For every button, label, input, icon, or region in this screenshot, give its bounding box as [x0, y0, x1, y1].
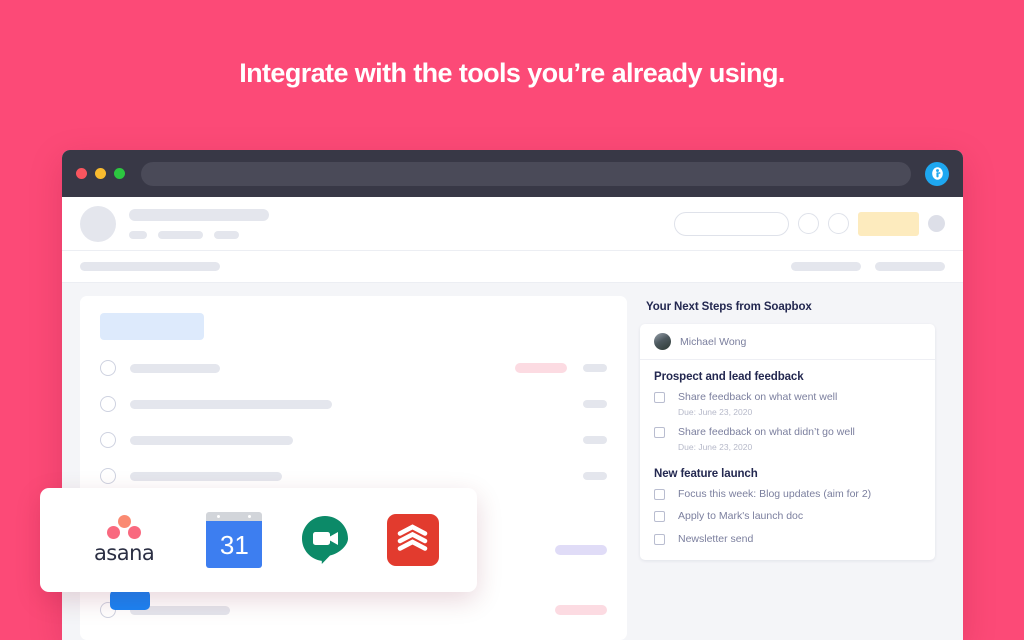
task-meta [555, 605, 607, 615]
task-meta [583, 436, 607, 444]
soapbox-panel-title: Your Next Steps from Soapbox [646, 301, 812, 313]
task-checkbox-icon[interactable] [100, 360, 116, 376]
list-item-due: Due: June 23, 2020 [678, 407, 753, 418]
soapbox-logo-icon[interactable] [925, 161, 949, 186]
task-tag[interactable] [555, 605, 607, 615]
header-meta-3 [214, 230, 239, 239]
list-item-label: Newsletter send [678, 532, 754, 545]
checkbox-icon[interactable] [654, 392, 665, 403]
list-item[interactable]: Newsletter send [654, 533, 921, 546]
browser-titlebar [62, 150, 963, 197]
list-item[interactable]: Focus this week: Blog updates (aim for 2… [654, 488, 921, 501]
group-title: Prospect and lead feedback [654, 371, 804, 383]
google-calendar-icon[interactable]: 31 [206, 512, 263, 568]
checkbox-icon[interactable] [654, 533, 665, 545]
task-row[interactable] [100, 432, 607, 448]
list-item-texts: Newsletter send [678, 533, 753, 546]
calendar-day-number: 31 [219, 529, 249, 560]
task-tag[interactable] [555, 545, 607, 555]
soapbox-card-body: Prospect and lead feedback Share feedbac… [640, 360, 935, 560]
primary-action-button[interactable] [110, 590, 150, 610]
header-subtitle-placeholders [129, 230, 269, 239]
highlight-chip[interactable] [858, 211, 919, 236]
panel-user-row[interactable]: Michael Wong [640, 324, 935, 360]
asana-dots-icon [104, 515, 144, 539]
task-meta-placeholder [583, 436, 607, 444]
list-item-label: Share feedback on what didn’t go well [678, 426, 855, 439]
todoist-logo-icon[interactable] [386, 514, 439, 566]
list-item-texts: Share feedback on what went well Due: Ju… [678, 391, 837, 417]
integrations-card: asana 31 [40, 488, 477, 592]
list-item[interactable]: Share feedback on what didn’t go well Du… [654, 426, 921, 452]
sub-navigation [62, 251, 963, 283]
task-row[interactable] [100, 468, 607, 484]
task-label-placeholder [130, 399, 332, 409]
maximize-window-icon[interactable] [114, 168, 125, 179]
profile-circle[interactable] [928, 215, 945, 232]
close-window-icon[interactable] [76, 168, 87, 179]
breadcrumb[interactable] [80, 262, 220, 271]
task-row[interactable] [100, 602, 607, 618]
task-row[interactable] [100, 360, 607, 376]
task-meta-placeholder [583, 472, 607, 480]
avatar[interactable] [80, 205, 116, 242]
group-title: New feature launch [654, 468, 758, 481]
checkbox-icon[interactable] [654, 427, 665, 439]
task-meta [555, 545, 607, 555]
checkbox-icon[interactable] [654, 511, 665, 523]
task-tag[interactable] [515, 363, 567, 373]
task-label-placeholder [130, 363, 220, 373]
list-item-texts: Apply to Mark's launch doc [678, 510, 803, 523]
header-placeholder-texts [129, 208, 269, 239]
task-label-placeholder [130, 435, 293, 445]
subnav-action-2[interactable] [875, 262, 945, 271]
soapbox-card: Michael Wong Prospect and lead feedback … [640, 324, 935, 560]
header-meta-2 [158, 230, 203, 239]
header-title-placeholder [129, 208, 269, 221]
asana-logo-icon[interactable]: asana [78, 515, 170, 565]
checkbox-icon[interactable] [654, 489, 665, 501]
calendar-body: 31 [206, 521, 263, 568]
window-controls [76, 168, 125, 179]
list-item-label: Focus this week: Blog updates (aim for 2… [678, 488, 872, 501]
list-item[interactable]: Apply to Mark's launch doc [654, 510, 921, 523]
sub-navigation-actions [791, 262, 945, 271]
google-meet-icon[interactable] [299, 514, 351, 566]
user-name: Michael Wong [680, 335, 747, 348]
list-item[interactable]: Share feedback on what went well Due: Ju… [654, 391, 921, 417]
app-header [62, 197, 963, 251]
soapbox-panel: Your Next Steps from Soapbox Michael Won… [640, 296, 935, 640]
task-label-placeholder [130, 471, 282, 481]
task-row[interactable] [100, 396, 607, 412]
header-meta-1 [129, 230, 147, 239]
search-pill[interactable] [674, 211, 789, 236]
list-item-label: Apply to Mark's launch doc [678, 510, 804, 523]
task-checkbox-icon[interactable] [100, 396, 116, 412]
section-title-block [100, 313, 204, 340]
help-circle[interactable] [828, 213, 849, 234]
minimize-window-icon[interactable] [95, 168, 106, 179]
asana-wordmark: asana [93, 541, 155, 565]
subnav-action-1[interactable] [791, 262, 861, 271]
calendar-top-bar [206, 512, 263, 521]
task-meta-placeholder [583, 364, 607, 372]
list-item-label: Share feedback on what went well [678, 391, 838, 403]
page-title: Integrate with the tools you’re already … [239, 58, 785, 88]
user-photo-avatar [654, 333, 671, 350]
list-item-texts: Focus this week: Blog updates (aim for 2… [678, 488, 871, 501]
task-checkbox-icon[interactable] [100, 432, 116, 448]
task-checkbox-icon[interactable] [100, 468, 116, 484]
task-meta [583, 400, 607, 408]
list-item-due: Due: June 23, 2020 [678, 442, 753, 453]
list-item-texts: Share feedback on what didn’t go well Du… [678, 426, 855, 452]
task-meta [583, 472, 607, 480]
address-bar[interactable] [141, 161, 911, 186]
task-meta-placeholder [583, 400, 607, 408]
header-controls [674, 211, 945, 236]
task-meta [515, 363, 607, 373]
notification-circle[interactable] [798, 213, 819, 234]
